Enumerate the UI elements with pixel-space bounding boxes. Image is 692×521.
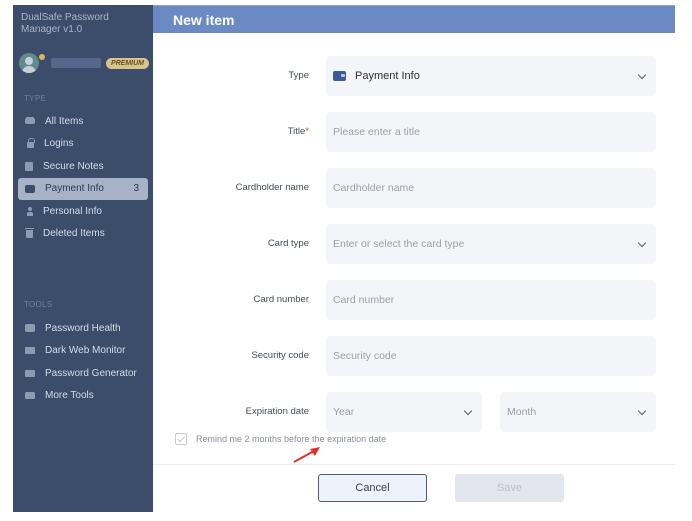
username-redacted — [51, 58, 101, 68]
monitor-icon — [25, 347, 35, 355]
expiration-row: Expiration date Year Month — [153, 392, 675, 432]
premium-badge: PREMIUM — [105, 57, 149, 69]
year-placeholder: Year — [333, 406, 355, 418]
wallet-icon — [25, 184, 35, 193]
sidebar-item-label: Personal Info — [43, 205, 102, 217]
title-placeholder: Please enter a title — [333, 126, 420, 138]
lock-icon — [27, 138, 35, 149]
sidebar-item-label: All Items — [45, 115, 84, 127]
item-count: 3 — [133, 183, 139, 195]
sidebar-item-label: Logins — [44, 138, 74, 150]
trash-icon — [25, 227, 34, 238]
sidebar-item-payment-info[interactable]: Payment Info 3 — [18, 177, 148, 200]
password-health-icon — [25, 324, 35, 333]
sidebar-item-label: Deleted Items — [43, 228, 105, 240]
reminder-label: Remind me 2 months before the expiration… — [196, 434, 387, 444]
year-select[interactable]: Year — [326, 392, 482, 432]
sidebar-item-secure-notes[interactable]: Secure Notes — [18, 155, 148, 178]
security-code-placeholder: Security code — [333, 350, 397, 362]
save-button[interactable]: Save — [455, 474, 564, 502]
title-label-text: Title — [287, 126, 306, 137]
form-footer: Cancel Save — [153, 464, 675, 512]
type-select[interactable]: Payment Info — [326, 56, 656, 96]
sidebar-item-personal-info[interactable]: Personal Info — [18, 200, 148, 223]
cardholder-placeholder: Cardholder name — [333, 182, 415, 194]
cardholder-label: Cardholder name — [235, 182, 309, 193]
month-placeholder: Month — [507, 406, 537, 418]
security-code-label: Security code — [251, 350, 309, 361]
security-code-input[interactable]: Security code — [326, 336, 656, 376]
sidebar-item-logins[interactable]: Logins — [18, 133, 148, 156]
card-number-input[interactable]: Card number — [326, 280, 656, 320]
sidebar-item-more-tools[interactable]: More Tools — [18, 385, 148, 408]
sidebar-item-label: Password Health — [45, 322, 121, 334]
generator-icon — [25, 369, 35, 377]
reminder-checkbox[interactable] — [175, 433, 187, 445]
chevron-down-icon — [637, 406, 647, 416]
toolbox-icon — [25, 392, 35, 400]
type-section-label: TYPE — [24, 94, 47, 103]
card-type-row: Card type Enter or select the card type — [153, 224, 675, 264]
all-items-icon — [25, 118, 35, 125]
cardholder-input[interactable]: Cardholder name — [326, 168, 656, 208]
panel-header: New item — [153, 5, 675, 33]
sidebar-item-label: More Tools — [45, 390, 94, 402]
security-code-row: Security code Security code — [153, 336, 675, 376]
title-label: Title* — [288, 112, 309, 152]
sidebar-item-label: Dark Web Monitor — [45, 345, 126, 357]
sidebar-item-label: Password Generator — [45, 367, 137, 379]
avatar[interactable] — [19, 53, 39, 73]
sidebar-item-all-items[interactable]: All Items — [18, 110, 148, 133]
type-label: Type — [288, 70, 309, 81]
card-type-combobox[interactable]: Enter or select the card type — [326, 224, 656, 264]
reminder-option[interactable]: Remind me 2 months before the expiration… — [175, 433, 386, 445]
wallet-icon — [333, 71, 346, 81]
sidebar-item-deleted-items[interactable]: Deleted Items — [18, 223, 148, 246]
sidebar-item-label: Secure Notes — [43, 160, 104, 172]
tools-nav: Password Health Dark Web Monitor Passwor… — [18, 317, 148, 407]
sidebar-item-dark-web-monitor[interactable]: Dark Web Monitor — [18, 340, 148, 363]
user-profile[interactable]: PREMIUM — [19, 52, 149, 74]
sidebar-item-label: Payment Info — [45, 183, 104, 195]
month-select[interactable]: Month — [500, 392, 656, 432]
card-type-placeholder: Enter or select the card type — [333, 238, 465, 250]
person-icon — [27, 206, 33, 216]
card-number-label: Card number — [253, 294, 309, 305]
app-title: DualSafe Password Manager v1.0 — [21, 12, 109, 35]
cancel-button[interactable]: Cancel — [318, 474, 427, 502]
title-input[interactable]: Please enter a title — [326, 112, 656, 152]
card-number-placeholder: Card number — [333, 294, 395, 306]
annotation-arrow-icon — [293, 447, 320, 463]
tools-section-label: TOOLS — [24, 300, 53, 309]
type-row: Type Payment Info — [153, 56, 675, 96]
notification-dot — [39, 54, 45, 60]
page-title: New item — [173, 11, 235, 28]
sidebar-item-password-generator[interactable]: Password Generator — [18, 362, 148, 385]
cardholder-row: Cardholder name Cardholder name — [153, 168, 675, 208]
expiration-label: Expiration date — [245, 406, 309, 417]
sidebar: DualSafe Password Manager v1.0 PREMIUM T… — [13, 5, 153, 512]
type-nav: All Items Logins Secure Notes Payment In… — [18, 110, 148, 245]
card-type-label: Card type — [267, 238, 309, 249]
title-row: Title* Please enter a title — [153, 112, 675, 152]
card-number-row: Card number Card number — [153, 280, 675, 320]
note-icon — [25, 161, 33, 171]
type-value: Payment Info — [355, 70, 420, 82]
chevron-down-icon — [637, 70, 647, 80]
required-mark: * — [305, 126, 309, 137]
chevron-down-icon — [463, 406, 473, 416]
chevron-down-icon[interactable] — [637, 238, 647, 248]
sidebar-item-password-health[interactable]: Password Health — [18, 317, 148, 340]
